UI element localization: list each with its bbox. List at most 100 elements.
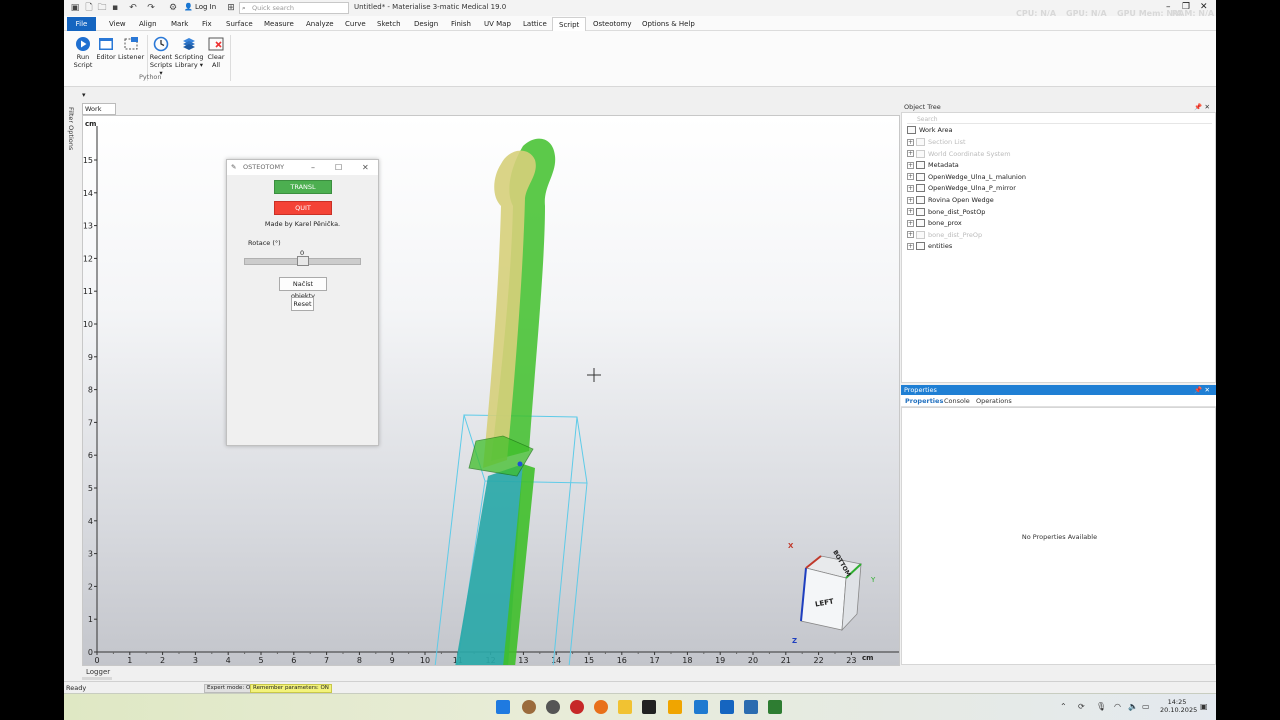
expand-icon[interactable]: + [907, 242, 914, 250]
app-icon-6[interactable] [768, 700, 782, 714]
menu-mark[interactable]: Mark [171, 20, 188, 28]
logger-scrollbar[interactable] [82, 677, 112, 680]
transl-button[interactable]: TRANSL [274, 180, 332, 194]
tree-item[interactable]: + World Coordinate System [907, 149, 1011, 160]
quit-button[interactable]: QUIT [274, 201, 332, 215]
tab-console[interactable]: Console [944, 397, 970, 405]
close-icon[interactable]: ✕ [1200, 2, 1208, 12]
scripting-library-button[interactable]: Scripting Library ▾ [174, 36, 204, 69]
undo-icon[interactable]: ↶ [128, 3, 138, 13]
app-icon-2[interactable] [546, 700, 560, 714]
properties-controls[interactable]: 📌 ✕ [1194, 385, 1210, 395]
menu-design[interactable]: Design [414, 20, 438, 28]
expand-icon[interactable]: + [907, 184, 914, 192]
tree-item[interactable]: + bone_dist_PreOp [907, 230, 982, 241]
app-icon-5[interactable] [744, 700, 758, 714]
expand-icon[interactable]: + [907, 150, 914, 158]
logger-tab[interactable]: Logger [86, 668, 110, 676]
save-icon[interactable]: ▪ [110, 3, 120, 13]
menu-finish[interactable]: Finish [451, 20, 471, 28]
menu-analyze[interactable]: Analyze [306, 20, 334, 28]
expand-icon[interactable]: + [907, 173, 914, 181]
run-script-button[interactable]: Run Script [73, 36, 93, 69]
tray-mic-icon[interactable]: 🎙 [1096, 702, 1106, 711]
app-icon-3[interactable] [642, 700, 656, 714]
menu-fix[interactable]: Fix [202, 20, 212, 28]
menu-sketch[interactable]: Sketch [377, 20, 401, 28]
rotation-slider-thumb[interactable] [296, 256, 309, 266]
listener-button[interactable]: Listener [118, 36, 144, 61]
wifi-icon[interactable]: ◠ [1114, 702, 1121, 711]
start-icon[interactable] [496, 700, 510, 714]
tree-item[interactable]: + Section List [907, 137, 966, 148]
file-explorer-icon[interactable] [618, 700, 632, 714]
reset-button[interactable]: Reset [291, 297, 314, 311]
app-logo-icon: ▣ [70, 3, 80, 13]
notification-icon[interactable]: ▣ [1200, 702, 1208, 711]
menu-script[interactable]: Script [552, 17, 587, 32]
expand-icon[interactable]: + [907, 208, 914, 216]
tree-search-input[interactable]: Search [907, 115, 1212, 124]
3matic-icon[interactable] [720, 700, 734, 714]
clear-all-button[interactable]: Clear All [206, 36, 226, 69]
vscode-icon[interactable] [694, 700, 708, 714]
object-tree-controls[interactable]: 📌 ✕ [1194, 102, 1210, 112]
layout-icon[interactable]: ⊞ [226, 3, 236, 13]
menu-file[interactable]: File [67, 17, 96, 31]
menu-view[interactable]: View [109, 20, 126, 28]
editor-button[interactable]: Editor [95, 36, 117, 61]
app-icon-1[interactable] [522, 700, 536, 714]
dialog-maximize-icon[interactable]: ☐ [335, 160, 342, 175]
filter-options-strip[interactable]: Filter Options [64, 103, 81, 663]
firefox-icon[interactable] [594, 700, 608, 714]
menu-curve[interactable]: Curve [345, 20, 366, 28]
recent-scripts-button[interactable]: Recent Scripts ▾ [148, 36, 174, 77]
tree-item[interactable]: + Rovina Open Wedge [907, 195, 994, 206]
expand-icon[interactable]: + [907, 196, 914, 204]
menu-surface[interactable]: Surface [226, 20, 253, 28]
login-button[interactable]: 👤 Log In [184, 3, 216, 11]
battery-icon[interactable]: ▭ [1142, 702, 1150, 711]
menu-osteotomy[interactable]: Osteotomy [593, 20, 631, 28]
chrome-icon[interactable] [570, 700, 584, 714]
expand-icon[interactable]: + [907, 161, 914, 169]
app-icon-4[interactable] [668, 700, 682, 714]
tree-item[interactable]: + Metadata [907, 160, 959, 171]
restore-icon[interactable]: ❐ [1182, 2, 1190, 12]
tree-item[interactable]: + OpenWedge_Ulna_P_mirror [907, 183, 1016, 194]
quick-search-input[interactable]: ⌕ Quick search [239, 2, 349, 14]
menu-align[interactable]: Align [139, 20, 157, 28]
tab-operations[interactable]: Operations [976, 397, 1012, 405]
menu-uv-map[interactable]: UV Map [484, 20, 511, 28]
expand-icon[interactable]: + [907, 219, 914, 227]
object-tree: Search Work Area + Section List + World Coo… [901, 112, 1216, 383]
ribbon-collapse-icon[interactable]: ▾ [82, 91, 86, 99]
dialog-close-icon[interactable]: ✕ [362, 160, 369, 175]
tree-item[interactable]: + OpenWedge_Ulna_L_malunion [907, 172, 1026, 183]
tree-item-root[interactable]: Work Area [907, 125, 952, 136]
new-file-icon[interactable]: 🗋 [84, 3, 94, 13]
load-objects-button[interactable]: Načíst objekty [279, 277, 327, 300]
expand-icon[interactable]: + [907, 231, 914, 239]
menu-lattice[interactable]: Lattice [523, 20, 547, 28]
work-area-viewport[interactable]: 0123456789101112131415 01234567891011121… [82, 115, 900, 666]
clock[interactable]: 14:25 20.10.2025 [1160, 698, 1197, 714]
tray-chevron-icon[interactable]: ⌃ [1060, 702, 1067, 711]
open-folder-icon[interactable]: 🗀 [97, 3, 107, 13]
tab-properties[interactable]: Properties [905, 397, 943, 405]
dialog-minimize-icon[interactable]: – [311, 160, 315, 175]
tree-item[interactable]: + bone_dist_PostOp [907, 207, 985, 218]
redo-icon[interactable]: ↷ [146, 3, 156, 13]
tab-work-area[interactable]: Work Area [82, 103, 116, 123]
minimize-icon[interactable]: – [1166, 2, 1171, 12]
remember-parameters-toggle[interactable]: Remember parameters: ON [250, 684, 332, 693]
menu-measure[interactable]: Measure [264, 20, 294, 28]
expand-icon[interactable]: + [907, 138, 914, 146]
volume-icon[interactable]: 🔈 [1128, 702, 1138, 711]
orientation-cube[interactable] [800, 555, 862, 632]
settings-gear-icon[interactable]: ⚙ [168, 3, 178, 13]
tree-item[interactable]: + bone_prox [907, 218, 962, 229]
tree-item[interactable]: + entities [907, 241, 952, 252]
menu-options-help[interactable]: Options & Help [642, 20, 695, 28]
tray-sync-icon[interactable]: ⟳ [1078, 702, 1085, 711]
